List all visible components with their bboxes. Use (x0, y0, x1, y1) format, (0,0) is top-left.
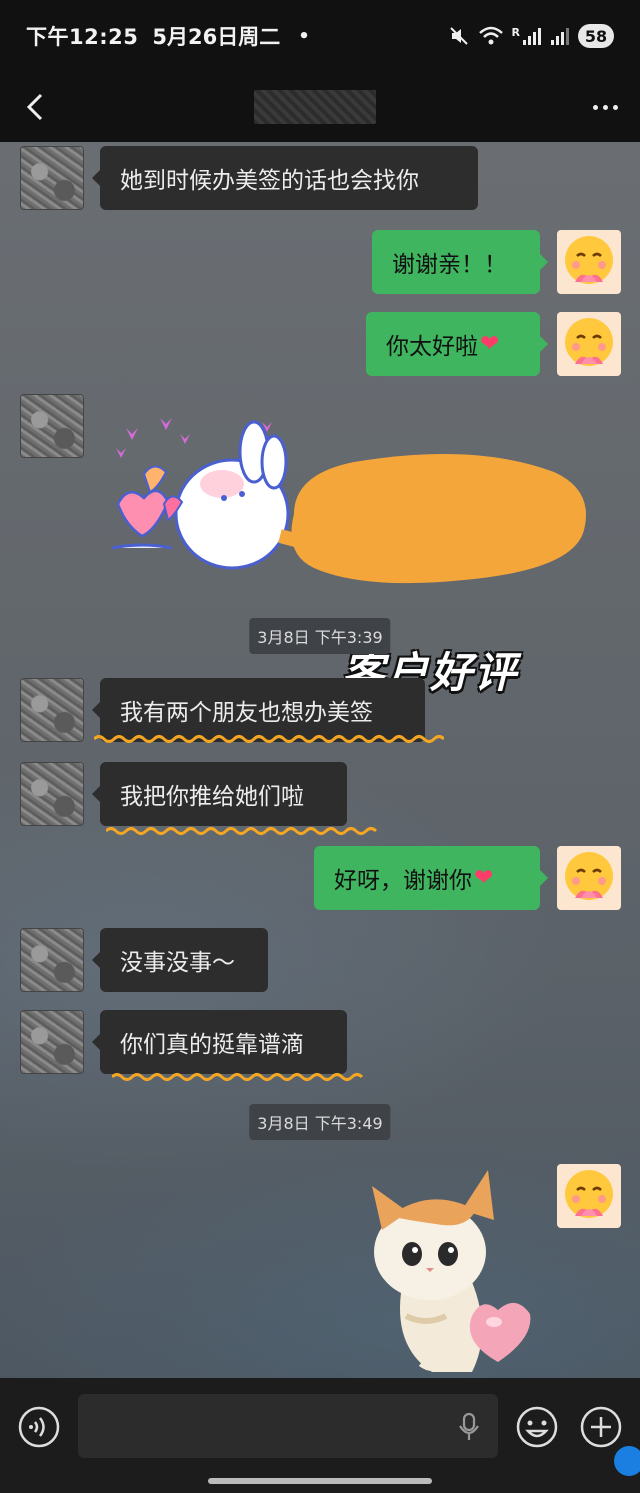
back-button[interactable] (0, 72, 70, 142)
timestamp: 3月8日 下午3:49 (249, 1104, 391, 1140)
wifi-icon (478, 26, 503, 45)
contact-avatar[interactable] (20, 146, 84, 210)
timestamp: 3月8日 下午3:39 (249, 618, 391, 654)
mute-icon (449, 27, 468, 45)
heart-emoji-icon: ❤ (480, 331, 500, 357)
highlight-squiggle (94, 735, 444, 743)
message-input[interactable] (78, 1394, 498, 1458)
incoming-bubble[interactable]: 我有两个朋友也想办美签 (92, 678, 425, 742)
more-dots-icon (592, 104, 598, 110)
outgoing-bubble[interactable]: 好呀，谢谢你 ❤ (314, 846, 548, 910)
smiling-face-icon (565, 852, 613, 900)
bunny-hearts-sticker[interactable] (104, 414, 290, 574)
message-row: 好呀，谢谢你 ❤ (0, 846, 640, 916)
chat-header (0, 72, 640, 142)
message-row: 客户好评 (0, 394, 640, 697)
contact-avatar[interactable] (20, 1010, 84, 1074)
my-avatar[interactable] (557, 846, 621, 910)
chat-message-list[interactable]: 她到时候办美签的话也会找你 谢谢亲！！ 你太好啦 ❤ 客户好评 3月8日 下午3… (0, 142, 640, 1378)
cat-heart-sticker[interactable] (362, 1166, 542, 1376)
message-row: 你们真的挺靠谱滴 (0, 1010, 640, 1081)
contact-avatar[interactable] (20, 394, 84, 458)
my-avatar[interactable] (557, 312, 621, 376)
add-icon (580, 1406, 622, 1448)
message-row (0, 1164, 640, 1378)
incoming-bubble[interactable]: 她到时候办美签的话也会找你 (92, 146, 478, 210)
status-dot: • (298, 25, 310, 47)
voice-input-icon (18, 1406, 60, 1448)
chat-title-blurred (254, 90, 376, 124)
outgoing-bubble[interactable]: 谢谢亲！！ (372, 230, 548, 294)
contact-avatar[interactable] (20, 678, 84, 742)
incoming-bubble[interactable]: 没事没事～ (92, 928, 268, 992)
smiling-face-icon (565, 236, 613, 284)
message-row: 你太好啦 ❤ (0, 312, 640, 382)
battery-level: 58 (578, 24, 614, 48)
my-avatar[interactable] (557, 1164, 621, 1228)
my-avatar[interactable] (557, 230, 621, 294)
review-badge-sticker[interactable] (276, 450, 592, 586)
microphone-icon[interactable] (458, 1412, 480, 1442)
emoji-button[interactable] (514, 1404, 560, 1450)
message-text: 好呀，谢谢你 (334, 868, 472, 894)
add-button[interactable] (578, 1404, 624, 1450)
signal-strength-2-icon (551, 28, 569, 45)
emoji-icon (516, 1406, 558, 1448)
contact-avatar[interactable] (20, 762, 84, 826)
more-button[interactable] (570, 72, 640, 142)
message-text: 你太好啦 (386, 334, 478, 360)
contact-avatar[interactable] (20, 928, 84, 992)
outgoing-bubble[interactable]: 你太好啦 ❤ (366, 312, 548, 376)
status-bar: 下午12:25 5月26日周二 • R 58 (0, 0, 640, 72)
message-row: 我把你推给她们啦 (0, 762, 640, 835)
signal-label: R (511, 25, 520, 39)
heart-emoji-icon: ❤ (474, 865, 494, 891)
message-row: 没事没事～ (0, 928, 640, 998)
voice-toggle-button[interactable] (16, 1404, 62, 1450)
signal-strength-icon (523, 28, 541, 45)
status-date: 5月26日周二 (152, 25, 281, 49)
highlight-squiggle (106, 827, 378, 835)
input-bar (0, 1378, 640, 1493)
floating-assistant-button[interactable] (614, 1446, 640, 1476)
home-indicator[interactable] (208, 1478, 432, 1484)
highlight-squiggle (112, 1073, 364, 1081)
back-chevron-icon (26, 93, 43, 121)
smiling-face-icon (565, 318, 613, 366)
message-row: 她到时候办美签的话也会找你 (0, 146, 640, 216)
message-row: 谢谢亲！！ (0, 230, 640, 300)
message-row: 我有两个朋友也想办美签 (0, 678, 640, 748)
smiling-face-icon (565, 1170, 613, 1218)
status-time: 下午12:25 (26, 25, 139, 49)
incoming-bubble[interactable]: 你们真的挺靠谱滴 (92, 1010, 347, 1074)
incoming-bubble[interactable]: 我把你推给她们啦 (92, 762, 347, 826)
